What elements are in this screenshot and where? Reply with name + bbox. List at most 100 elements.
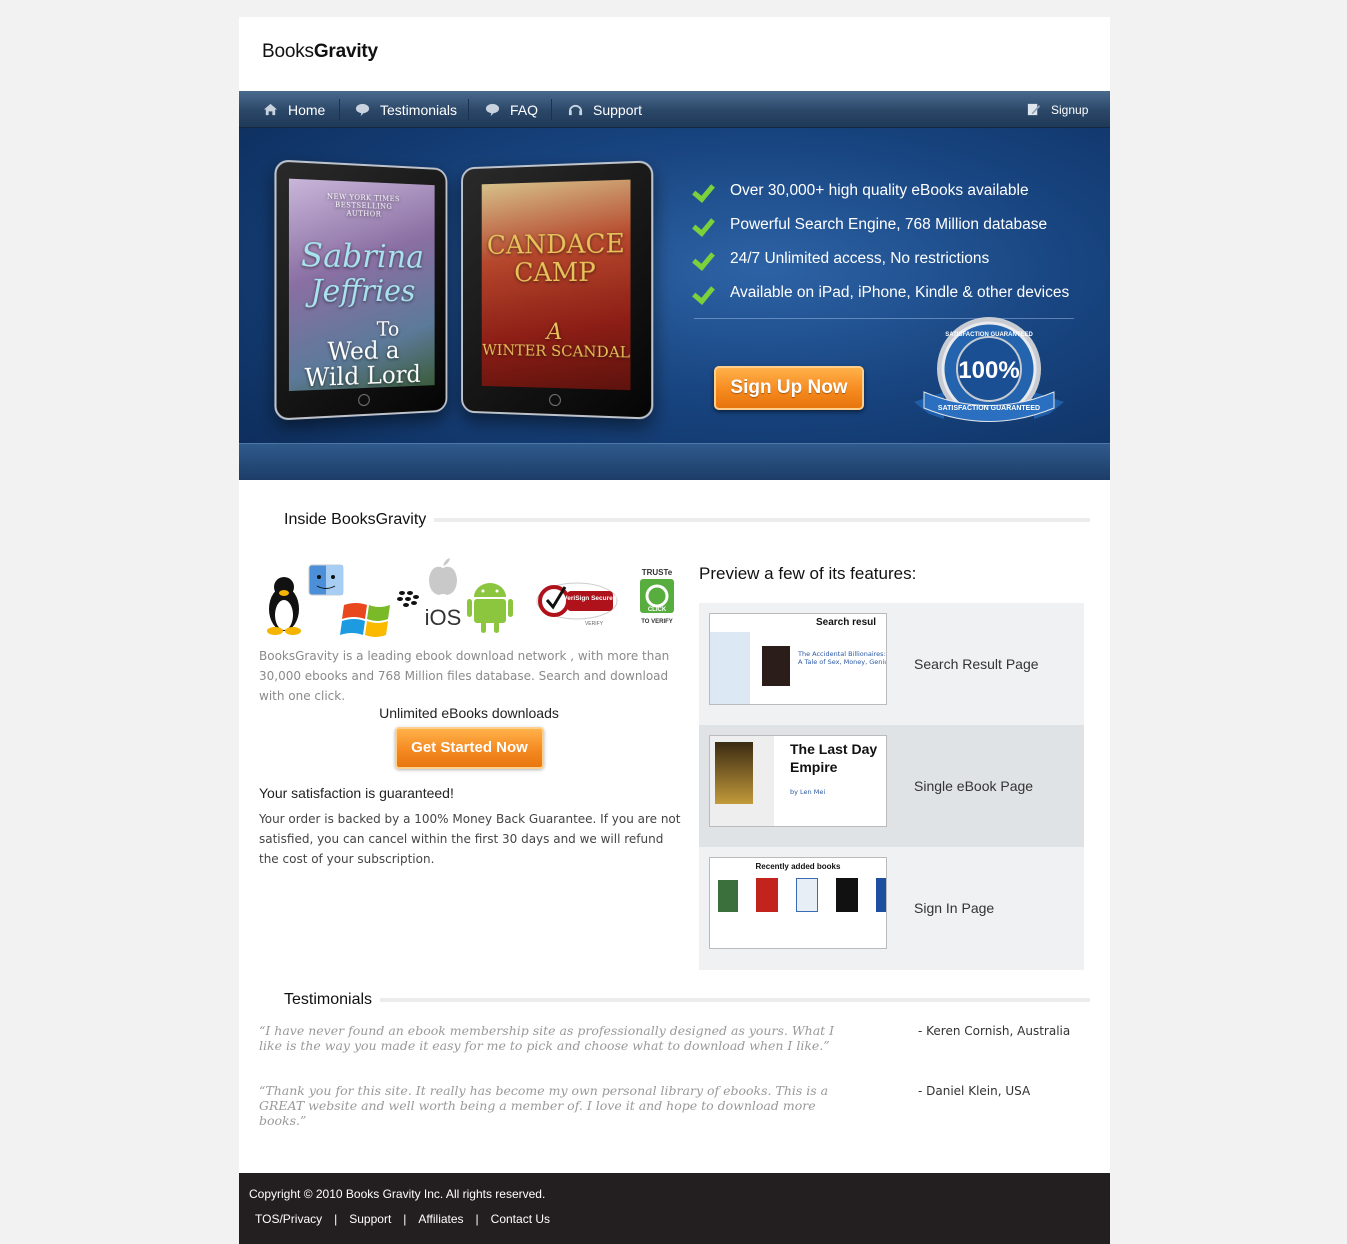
speech-bubble-icon	[355, 103, 370, 117]
feature-item: Over 30,000+ high quality eBooks availab…	[694, 174, 1084, 208]
feature-list: Over 30,000+ high quality eBooks availab…	[694, 174, 1084, 310]
satisfaction-guarantee-seal-icon: 100% SATISFACTION GUARANTEED SATISFACTIO…	[914, 317, 1064, 422]
cover-title-2: WINTER SCANDAL	[482, 340, 630, 362]
footer-links: TOS/Privacy | Support | Affiliates | Con…	[255, 1212, 550, 1226]
get-started-now-button[interactable]: Get Started Now	[395, 727, 544, 769]
home-button	[358, 393, 370, 407]
logo-bold-text: Gravity	[313, 41, 378, 62]
satisfaction-heading: Your satisfaction is guaranteed!	[259, 785, 454, 801]
hero-floor	[239, 443, 1110, 480]
thumb-book-cover	[836, 878, 858, 912]
main-nav: Home Testimonials FAQ Support Signup	[239, 91, 1110, 128]
nav-label: Home	[288, 101, 326, 118]
checkmark-icon	[694, 181, 718, 201]
book-cover-sabrina-jeffries: NEW YORK TIMES BESTSELLING AUTHOR Sabrin…	[288, 178, 435, 392]
nav-item-testimonials[interactable]: Testimonials	[355, 91, 457, 128]
feature-preview-list: Search resul The Accidental Billionaires…	[699, 603, 1084, 970]
feature-text: Powerful Search Engine, 768 Million data…	[730, 216, 1048, 233]
pencil-icon	[1027, 103, 1041, 116]
footer-separator: |	[334, 1212, 338, 1226]
verisign-label: VeriSign Secured	[563, 595, 616, 602]
intro-paragraph: BooksGravity is a leading ebook download…	[259, 649, 670, 703]
footer-link-tos-privacy[interactable]: TOS/Privacy	[255, 1212, 322, 1226]
preview-item: Search resul The Accidental Billionaires…	[699, 603, 1084, 725]
thumb-title: The Last Day Empire	[790, 741, 878, 775]
nav-item-faq[interactable]: FAQ	[485, 91, 538, 128]
cover-title-3: Wild Lord	[304, 360, 421, 392]
sign-in-thumbnail[interactable]: Recently added books	[709, 857, 887, 949]
unlimited-downloads-text: Unlimited eBooks downloads	[379, 705, 559, 721]
preview-label[interactable]: Search Result Page	[914, 603, 1039, 725]
home-button	[548, 393, 561, 407]
mac-finder-icon	[308, 564, 344, 596]
nav-item-signup[interactable]: Signup	[1026, 91, 1088, 128]
testimonial-author: - Daniel Klein, USA	[918, 1084, 1031, 1098]
copyright-text: Copyright © 2010 Books Gravity Inc. All …	[249, 1187, 546, 1201]
truste-verify-label: TO VERIFY	[641, 619, 673, 625]
satisfaction-paragraph: Your order is backed by a 100% Money Bac…	[259, 812, 681, 866]
thumb-book-cover	[718, 880, 738, 912]
footer-separator: |	[403, 1212, 407, 1226]
linux-tux-icon	[267, 577, 301, 635]
thumb-title: Search resul	[816, 617, 877, 628]
tablet-device-right: CANDACE CAMP A WINTER SCANDAL	[461, 160, 654, 420]
footer-link-support[interactable]: Support	[349, 1212, 391, 1226]
nav-item-home[interactable]: Home	[263, 91, 325, 128]
thumb-filter-panel	[710, 632, 750, 704]
site-footer: Copyright © 2010 Books Gravity Inc. All …	[239, 1173, 1110, 1244]
inside-section-title: Inside BooksGravity	[259, 511, 435, 529]
footer-link-affiliates[interactable]: Affiliates	[418, 1212, 463, 1226]
thumb-subtitle: by Len Mei	[790, 788, 826, 796]
preview-item: Recently added books Sign In Page	[699, 847, 1084, 969]
seal-top-text: SATISFACTION GUARANTEED	[945, 332, 1033, 338]
section-rule	[259, 998, 1090, 1002]
android-icon	[467, 583, 513, 633]
preview-item: The Last Day Empire by Len Mei Single eB…	[699, 725, 1084, 847]
testimonial-quote: “Thank you for this site. It really has …	[259, 1083, 829, 1128]
book-cover-candace-camp: CANDACE CAMP A WINTER SCANDAL	[481, 179, 631, 391]
footer-link-contact-us[interactable]: Contact Us	[491, 1212, 550, 1226]
nav-divider	[468, 99, 469, 120]
platform-logos: iOS VeriSign Secured VERIFY TRUSTe CLICK…	[267, 558, 674, 637]
thumb-book-cover	[715, 742, 753, 804]
feature-item: Available on iPad, iPhone, Kindle & othe…	[694, 276, 1084, 310]
cover-author-last: CAMP	[514, 257, 596, 289]
feature-text: Available on iPad, iPhone, Kindle & othe…	[730, 284, 1070, 301]
home-icon	[263, 103, 278, 116]
search-result-thumbnail[interactable]: Search resul The Accidental Billionaires…	[709, 613, 887, 705]
truste-click-label: CLICK	[648, 607, 667, 613]
windows-icon	[340, 603, 390, 637]
feature-item: 24/7 Unlimited access, No restrictions	[694, 242, 1084, 276]
preview-label[interactable]: Sign In Page	[914, 847, 994, 969]
nav-item-support[interactable]: Support	[568, 91, 642, 128]
feature-text: 24/7 Unlimited access, No restrictions	[730, 250, 990, 267]
verisign-secured-icon: VeriSign Secured VERIFY	[536, 582, 618, 627]
sign-up-now-button[interactable]: Sign Up Now	[714, 366, 864, 410]
apple-ios-icon: iOS	[425, 558, 462, 630]
tablet-device-left: NEW YORK TIMES BESTSELLING AUTHOR Sabrin…	[274, 159, 448, 421]
blackberry-icon	[397, 591, 419, 607]
site-logo[interactable]: BooksGravity	[262, 41, 378, 63]
logo-light-text: Books	[262, 41, 314, 62]
cover-author-last: Jeffries	[310, 273, 416, 310]
preview-label[interactable]: Single eBook Page	[914, 725, 1033, 847]
checkmark-icon	[694, 249, 718, 269]
thumb-book-cover	[756, 878, 778, 912]
testimonial-quote: “I have never found an ebook membership …	[259, 1023, 835, 1053]
testimonials-section-title: Testimonials	[259, 991, 381, 1009]
ios-text: iOS	[425, 605, 462, 630]
thumb-subtitle: The Accidental Billionaires: T A Tale of…	[798, 650, 887, 666]
nav-divider	[339, 99, 340, 120]
thumb-book-cover	[796, 878, 818, 912]
preview-heading: Preview a few of its features:	[699, 564, 917, 583]
truste-verify-icon: TRUSTe CLICK TO VERIFY	[640, 568, 674, 625]
thumb-title: Recently added books	[755, 862, 841, 871]
single-ebook-thumbnail[interactable]: The Last Day Empire by Len Mei	[709, 735, 887, 827]
footer-separator: |	[475, 1212, 479, 1226]
verisign-verify-label: VERIFY	[585, 621, 604, 627]
hero-banner: NEW YORK TIMES BESTSELLING AUTHOR Sabrin…	[239, 128, 1110, 480]
checkmark-icon	[694, 283, 718, 303]
cover-author-first: Sabrina	[300, 235, 424, 276]
signup-link-label: Signup	[1051, 102, 1089, 117]
nav-label: Support	[593, 101, 643, 118]
